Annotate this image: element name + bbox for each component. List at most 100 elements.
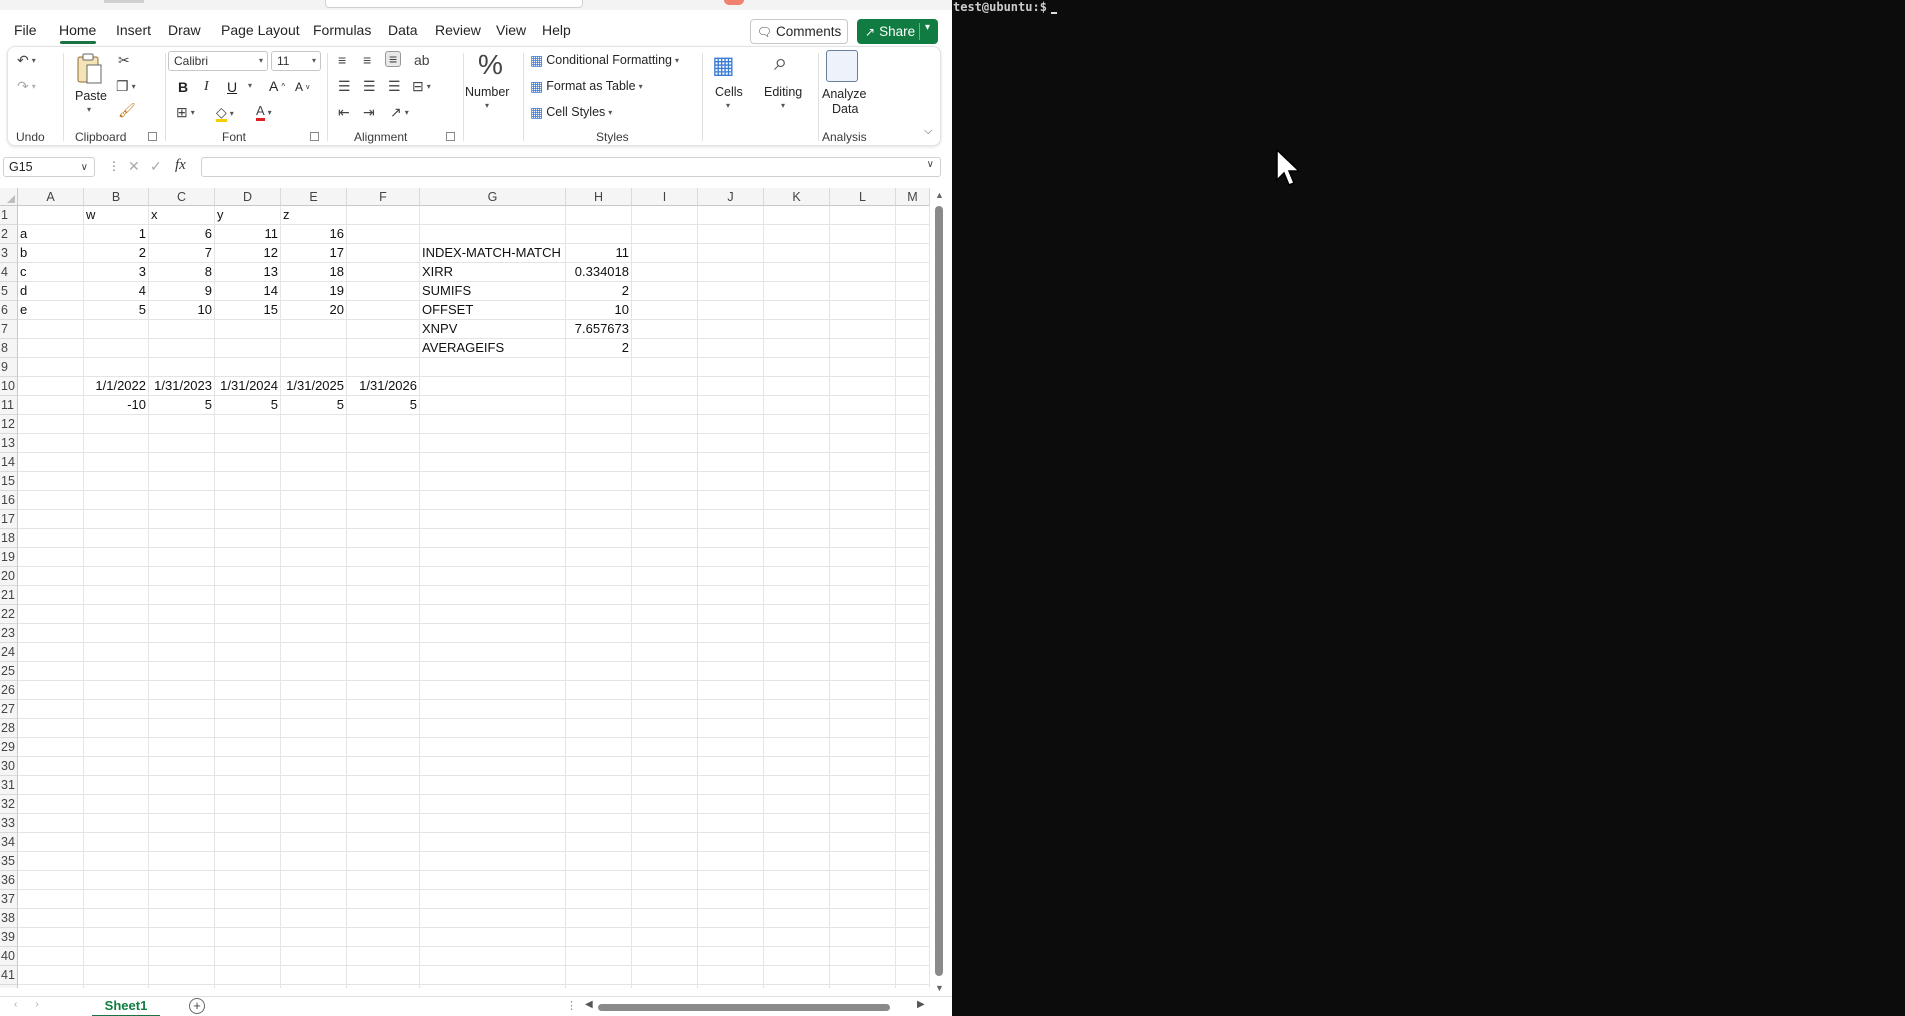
- cell-c40[interactable]: [149, 947, 215, 966]
- cell-h37[interactable]: [566, 890, 632, 909]
- cell-d28[interactable]: [215, 719, 281, 738]
- cell-f7[interactable]: [347, 320, 420, 339]
- font-color-button[interactable]: A ▾: [256, 104, 272, 121]
- row-header-32[interactable]: 32: [0, 795, 18, 814]
- comments-button[interactable]: 🗨 Comments: [750, 19, 848, 44]
- cell-h29[interactable]: [566, 738, 632, 757]
- cell-k31[interactable]: [764, 776, 830, 795]
- cell-d40[interactable]: [215, 947, 281, 966]
- add-sheet-icon[interactable]: +: [189, 998, 205, 1014]
- cell-l19[interactable]: [830, 548, 896, 567]
- cell-k6[interactable]: [764, 301, 830, 320]
- cell-g34[interactable]: [420, 833, 566, 852]
- cell-h28[interactable]: [566, 719, 632, 738]
- cell-g5[interactable]: SUMIFS: [420, 282, 566, 301]
- cell-e27[interactable]: [281, 700, 347, 719]
- cell-a17[interactable]: [18, 510, 84, 529]
- cell-d1[interactable]: y: [215, 206, 281, 225]
- column-header-i[interactable]: I: [632, 188, 698, 206]
- cell-g25[interactable]: [420, 662, 566, 681]
- cell-a23[interactable]: [18, 624, 84, 643]
- cell-l20[interactable]: [830, 567, 896, 586]
- merge-center-button[interactable]: ⊟ ▾: [412, 79, 431, 93]
- cell-g19[interactable]: [420, 548, 566, 567]
- cell-k22[interactable]: [764, 605, 830, 624]
- cell-c17[interactable]: [149, 510, 215, 529]
- row-header-26[interactable]: 26: [0, 681, 18, 700]
- cell-j27[interactable]: [698, 700, 764, 719]
- chevron-down-icon[interactable]: ▾: [87, 105, 91, 114]
- cell-e4[interactable]: 18: [281, 263, 347, 282]
- cell-i18[interactable]: [632, 529, 698, 548]
- cell-c4[interactable]: 8: [149, 263, 215, 282]
- cell-g38[interactable]: [420, 909, 566, 928]
- cell-j17[interactable]: [698, 510, 764, 529]
- column-header-g[interactable]: G: [420, 188, 566, 206]
- cell-f1[interactable]: [347, 206, 420, 225]
- cell-f13[interactable]: [347, 434, 420, 453]
- cell-k29[interactable]: [764, 738, 830, 757]
- cell-i13[interactable]: [632, 434, 698, 453]
- cell-a18[interactable]: [18, 529, 84, 548]
- cell-h30[interactable]: [566, 757, 632, 776]
- cell-b37[interactable]: [84, 890, 149, 909]
- redo-button[interactable]: ↷ ▾: [17, 79, 36, 93]
- underline-button[interactable]: U: [227, 79, 237, 95]
- decrease-indent-icon[interactable]: ⇤: [338, 105, 350, 119]
- cell-b1[interactable]: w: [84, 206, 149, 225]
- cell-e19[interactable]: [281, 548, 347, 567]
- cell-j10[interactable]: [698, 377, 764, 396]
- cell-c9[interactable]: [149, 358, 215, 377]
- cell-j14[interactable]: [698, 453, 764, 472]
- cell-m6[interactable]: [896, 301, 930, 320]
- cell-i36[interactable]: [632, 871, 698, 890]
- row-header-25[interactable]: 25: [0, 662, 18, 681]
- cell-d36[interactable]: [215, 871, 281, 890]
- cell-d41[interactable]: [215, 966, 281, 985]
- cell-g21[interactable]: [420, 586, 566, 605]
- cell-h9[interactable]: [566, 358, 632, 377]
- cell-c39[interactable]: [149, 928, 215, 947]
- cell-d32[interactable]: [215, 795, 281, 814]
- row-header-38[interactable]: 38: [0, 909, 18, 928]
- cell-b13[interactable]: [84, 434, 149, 453]
- cell-g32[interactable]: [420, 795, 566, 814]
- cell-h22[interactable]: [566, 605, 632, 624]
- cell-l15[interactable]: [830, 472, 896, 491]
- cell-i22[interactable]: [632, 605, 698, 624]
- cell-b21[interactable]: [84, 586, 149, 605]
- cell-m33[interactable]: [896, 814, 930, 833]
- row-header-34[interactable]: 34: [0, 833, 18, 852]
- cell-i10[interactable]: [632, 377, 698, 396]
- cell-f38[interactable]: [347, 909, 420, 928]
- cell-a35[interactable]: [18, 852, 84, 871]
- cell-a2[interactable]: a: [18, 225, 84, 244]
- row-header-1[interactable]: 1: [0, 206, 18, 225]
- orientation-button[interactable]: ↗ ▾: [390, 105, 409, 119]
- cell-c31[interactable]: [149, 776, 215, 795]
- cell-d12[interactable]: [215, 415, 281, 434]
- cell-l28[interactable]: [830, 719, 896, 738]
- column-header-f[interactable]: F: [347, 188, 420, 206]
- cell-j39[interactable]: [698, 928, 764, 947]
- cell-m5[interactable]: [896, 282, 930, 301]
- cell-h7[interactable]: 7.657673: [566, 320, 632, 339]
- cell-e34[interactable]: [281, 833, 347, 852]
- cell-b38[interactable]: [84, 909, 149, 928]
- cell-f17[interactable]: [347, 510, 420, 529]
- cell-h19[interactable]: [566, 548, 632, 567]
- cell-d20[interactable]: [215, 567, 281, 586]
- cell-j11[interactable]: [698, 396, 764, 415]
- cell-b12[interactable]: [84, 415, 149, 434]
- cell-e2[interactable]: 16: [281, 225, 347, 244]
- column-header-k[interactable]: K: [764, 188, 830, 206]
- cell-a19[interactable]: [18, 548, 84, 567]
- cell-b41[interactable]: [84, 966, 149, 985]
- cell-f37[interactable]: [347, 890, 420, 909]
- cell-m38[interactable]: [896, 909, 930, 928]
- cell-f27[interactable]: [347, 700, 420, 719]
- cell-m18[interactable]: [896, 529, 930, 548]
- cell-k20[interactable]: [764, 567, 830, 586]
- cell-b8[interactable]: [84, 339, 149, 358]
- cell-m28[interactable]: [896, 719, 930, 738]
